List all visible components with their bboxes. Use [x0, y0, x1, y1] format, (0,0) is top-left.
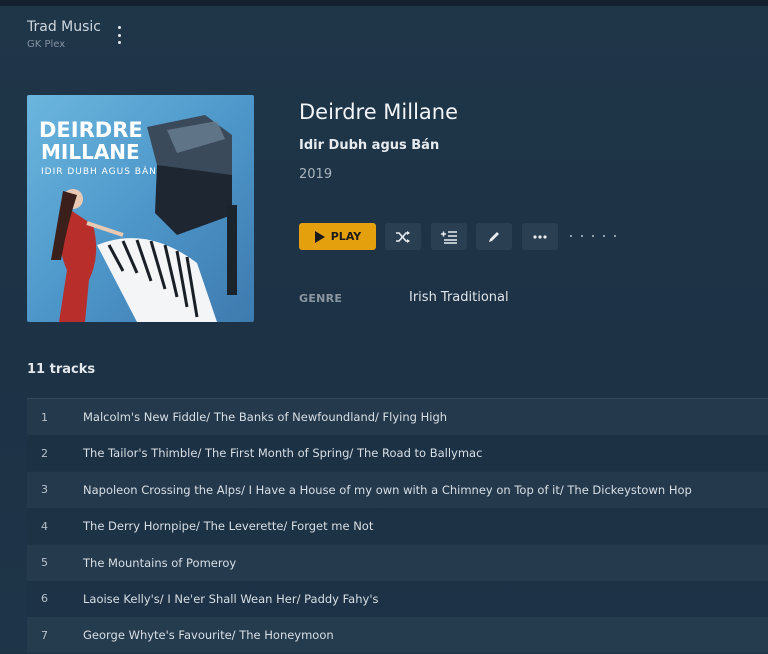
genre-label: GENRE — [299, 292, 343, 305]
album-cover-art[interactable]: DEIRDRE MILLANE IDIR DUBH AGUS BÁN — [27, 95, 254, 322]
track-number: 4 — [41, 519, 48, 533]
cover-text-artist-last: MILLANE — [41, 140, 140, 164]
track-title: Laoise Kelly's/ I Ne'er Shall Wean Her/ … — [83, 591, 379, 606]
cover-text-album: IDIR DUBH AGUS BÁN — [41, 165, 157, 177]
track-number: 1 — [41, 410, 48, 424]
track-row[interactable]: 1 Malcolm's New Fiddle/ The Banks of New… — [27, 399, 768, 435]
track-count: 11 tracks — [27, 362, 96, 377]
album-page: Trad Music GK Plex DEIRDRE MILLANE IDIR … — [0, 6, 768, 651]
track-number: 5 — [41, 556, 48, 570]
track-title: The Derry Hornpipe/ The Leverette/ Forge… — [83, 519, 374, 534]
play-button-label: PLAY — [330, 230, 362, 243]
rating-star-1-icon — [570, 235, 572, 237]
add-to-queue-button[interactable] — [431, 223, 467, 250]
rating-star-5-icon — [614, 235, 616, 237]
add-to-queue-icon — [441, 230, 457, 244]
library-more-options-icon[interactable] — [112, 26, 126, 44]
track-title: The Tailor's Thimble/ The First Month of… — [83, 446, 483, 461]
rating-star-3-icon — [592, 235, 594, 237]
library-title[interactable]: Trad Music — [27, 19, 101, 35]
track-row[interactable]: 7 George Whyte's Favourite/ The Honeymoo… — [27, 617, 768, 653]
track-list: 1 Malcolm's New Fiddle/ The Banks of New… — [27, 398, 768, 654]
track-row[interactable]: 3 Napoleon Crossing the Alps/ I Have a H… — [27, 472, 768, 508]
play-icon — [314, 230, 325, 243]
track-title: George Whyte's Favourite/ The Honeymoon — [83, 628, 334, 643]
album-artist-name[interactable]: Deirdre Millane — [299, 100, 458, 124]
pencil-icon — [489, 231, 499, 242]
rating-star-2-icon — [581, 235, 583, 237]
track-row[interactable]: 4 The Derry Hornpipe/ The Leverette/ For… — [27, 508, 768, 544]
more-horizontal-icon — [533, 234, 547, 239]
track-row[interactable]: 6 Laoise Kelly's/ I Ne'er Shall Wean Her… — [27, 581, 768, 617]
track-number: 7 — [41, 628, 48, 642]
more-options-button[interactable] — [522, 223, 558, 250]
star-rating[interactable] — [570, 228, 616, 244]
track-title: Napoleon Crossing the Alps/ I Have a Hou… — [83, 482, 692, 497]
track-title: The Mountains of Pomeroy — [83, 555, 237, 570]
track-row[interactable]: 5 The Mountains of Pomeroy — [27, 545, 768, 581]
track-row[interactable]: 2 The Tailor's Thimble/ The First Month … — [27, 435, 768, 471]
track-number: 3 — [41, 483, 48, 497]
track-number: 6 — [41, 592, 48, 606]
shuffle-button[interactable] — [385, 223, 421, 250]
library-server-name: GK Plex — [27, 39, 66, 50]
album-year: 2019 — [299, 167, 333, 182]
play-button[interactable]: PLAY — [299, 223, 376, 250]
rating-star-4-icon — [603, 235, 605, 237]
cover-text-artist-first: DEIRDRE — [39, 118, 143, 142]
genre-value[interactable]: Irish Traditional — [409, 290, 509, 305]
album-title: Idir Dubh agus Bán — [299, 138, 440, 153]
edit-button[interactable] — [476, 223, 512, 250]
track-number: 2 — [41, 446, 48, 460]
track-title: Malcolm's New Fiddle/ The Banks of Newfo… — [83, 410, 448, 424]
shuffle-icon — [396, 230, 410, 243]
